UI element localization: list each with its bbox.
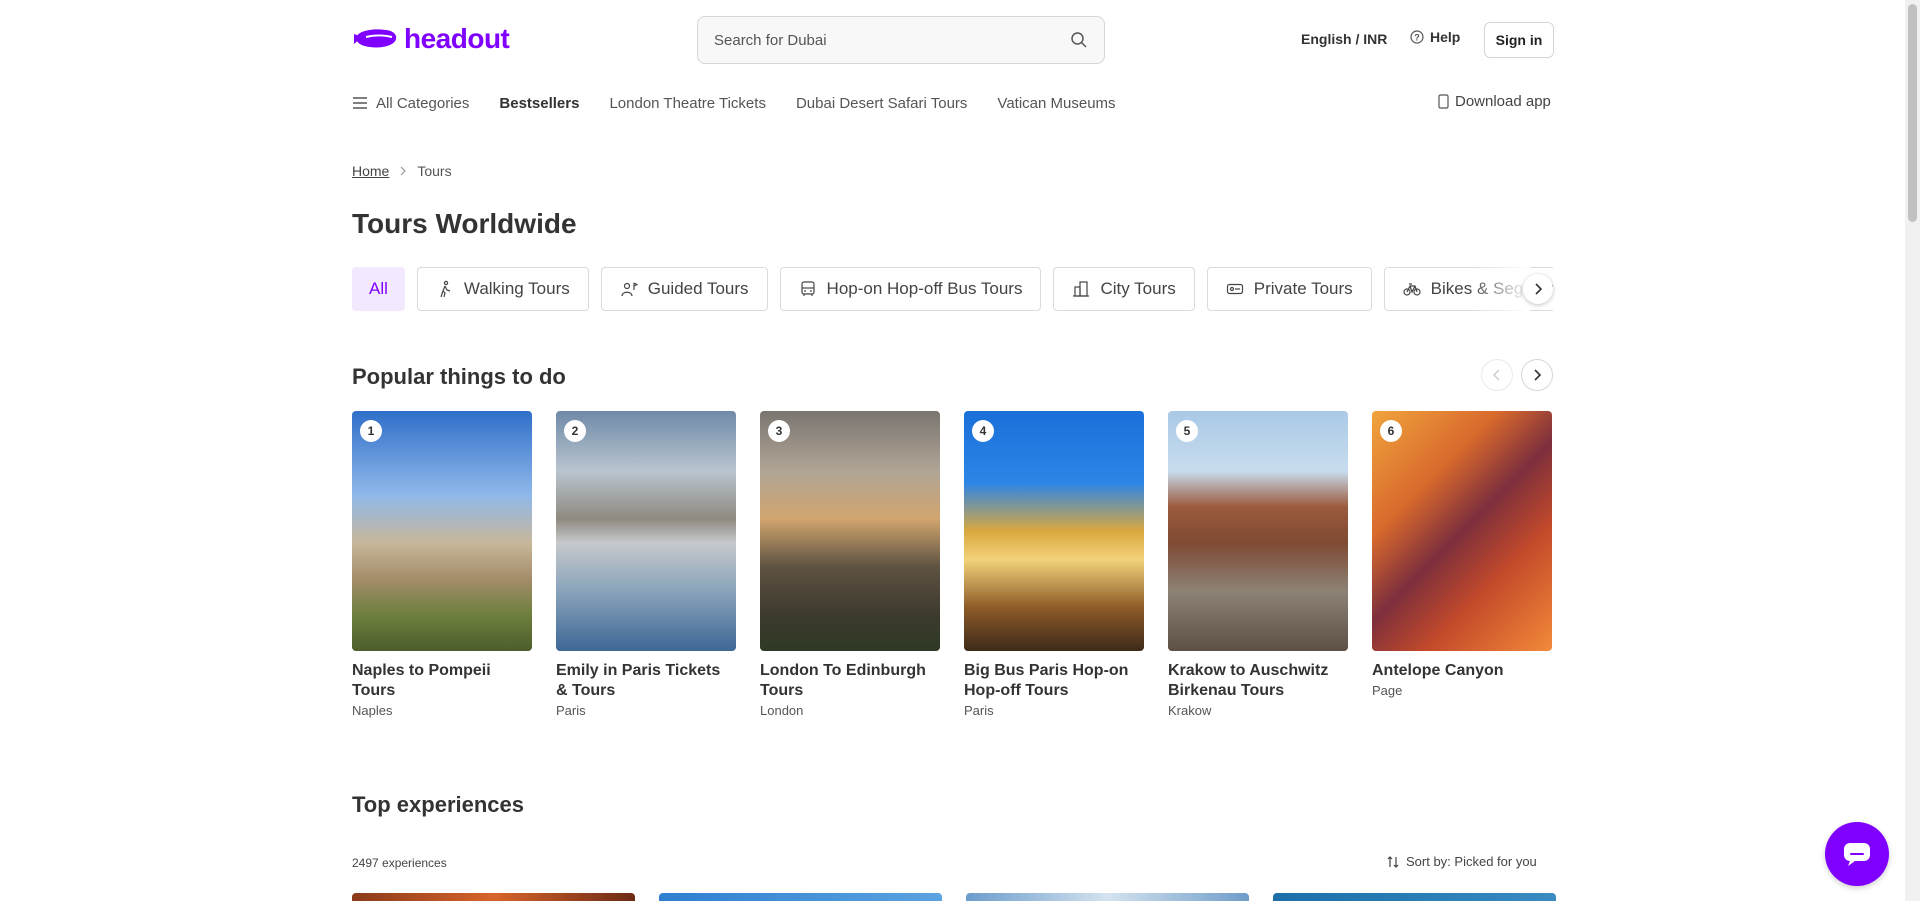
popular-card[interactable]: 3 London To Edinburgh Tours London	[760, 411, 940, 718]
top-experiences-title: Top experiences	[352, 792, 524, 817]
card-city: Page	[1372, 683, 1403, 698]
card-city: Paris	[556, 703, 586, 718]
popular-next-button[interactable]	[1521, 359, 1553, 391]
card-city: Krakow	[1168, 703, 1212, 718]
chip-hop-on-hop-off[interactable]: Hop-on Hop-off Bus Tours	[779, 267, 1042, 311]
chip-all[interactable]: All	[352, 267, 405, 311]
experience-card-image[interactable]	[1273, 893, 1556, 901]
chip-label: City Tours	[1100, 279, 1176, 298]
search-placeholder: Search for Dubai	[714, 31, 827, 49]
card-title[interactable]: Emily in Paris Tickets & Tours	[556, 661, 736, 701]
walking-icon	[440, 280, 451, 298]
phone-icon	[1438, 94, 1449, 109]
card-image[interactable]: 4	[964, 411, 1144, 651]
chip-label: Walking Tours	[463, 279, 570, 298]
card-title[interactable]: Krakow to Auschwitz Birkenau Tours	[1168, 661, 1348, 701]
blimp-logo-icon	[354, 29, 397, 48]
category-chips: All Walking Tours Guided Tours Hop-on Ho…	[352, 267, 1553, 311]
sort-dropdown[interactable]: Sort by: Picked for you	[1386, 854, 1537, 869]
chat-button[interactable]	[1825, 822, 1889, 886]
all-categories-label: All Categories	[376, 94, 470, 112]
experience-card-image[interactable]	[966, 893, 1249, 901]
card-city: Paris	[964, 703, 994, 718]
rank-badge: 2	[564, 420, 586, 442]
chip-walking-tours[interactable]: Walking Tours	[416, 267, 589, 311]
chip-label: Private Tours	[1253, 279, 1353, 298]
card-image[interactable]: 1	[352, 411, 532, 651]
card-image[interactable]: 2	[556, 411, 736, 651]
chips-next-button[interactable]	[1523, 274, 1553, 304]
headout-logo[interactable]: headout	[352, 22, 510, 56]
help-label: Help	[1430, 29, 1461, 45]
download-app-label: Download app	[1455, 93, 1551, 110]
search-input[interactable]: Search for Dubai	[697, 16, 1105, 64]
chip-city-tours[interactable]: City Tours	[1053, 267, 1195, 311]
popular-cards: 1 Naples to Pompeii Tours Naples 2 Emily…	[352, 411, 1552, 718]
sort-label: Sort by: Picked for you	[1406, 854, 1537, 869]
chevron-right-icon	[1534, 369, 1542, 381]
hamburger-icon	[353, 97, 367, 109]
nav-item-bestsellers[interactable]: Bestsellers	[499, 95, 579, 112]
chat-icon	[1844, 843, 1870, 866]
bus-icon	[800, 281, 815, 296]
sort-icon	[1387, 855, 1399, 868]
nav-item-london-theatre[interactable]: London Theatre Tickets	[609, 95, 766, 112]
bike-icon	[1403, 283, 1421, 296]
card-title[interactable]: Antelope Canyon	[1372, 661, 1552, 681]
all-categories-menu[interactable]: All Categories	[352, 95, 469, 112]
chip-guided-tours[interactable]: Guided Tours	[600, 267, 768, 311]
category-nav: All Categories Bestsellers London Theatr…	[352, 92, 1146, 114]
chevron-left-icon	[1493, 369, 1500, 381]
experience-count: 2497 experiences	[352, 856, 447, 870]
experience-cards	[352, 893, 1556, 901]
popular-section-title: Popular things to do	[352, 364, 566, 389]
chevron-right-icon	[400, 166, 407, 176]
logo-text: headout	[404, 23, 510, 54]
nav-item-vatican[interactable]: Vatican Museums	[997, 95, 1115, 112]
popular-prev-button[interactable]	[1481, 359, 1513, 391]
popular-card[interactable]: 1 Naples to Pompeii Tours Naples	[352, 411, 532, 718]
card-title[interactable]: Naples to Pompeii Tours	[352, 661, 532, 701]
svg-text:?: ?	[1414, 33, 1420, 43]
language-currency-selector[interactable]: English / INR	[1301, 31, 1387, 47]
city-icon	[1073, 281, 1090, 297]
chip-label: Guided Tours	[647, 279, 749, 298]
search-icon[interactable]	[1070, 31, 1088, 49]
rank-badge: 3	[768, 420, 790, 442]
experience-card-image[interactable]	[659, 893, 942, 901]
popular-card[interactable]: 5 Krakow to Auschwitz Birkenau Tours Kra…	[1168, 411, 1348, 718]
chip-private-tours[interactable]: Private Tours	[1206, 267, 1372, 311]
popular-card[interactable]: 6 Antelope Canyon Page	[1372, 411, 1552, 718]
experience-card-image[interactable]	[352, 893, 635, 901]
breadcrumb: Home Tours	[352, 163, 452, 179]
card-title[interactable]: Big Bus Paris Hop-on Hop-off Tours	[964, 661, 1144, 701]
help-link[interactable]: ? Help	[1410, 29, 1460, 45]
rank-badge: 1	[360, 420, 382, 442]
card-city: London	[760, 703, 804, 718]
popular-card[interactable]: 4 Big Bus Paris Hop-on Hop-off Tours Par…	[964, 411, 1144, 718]
breadcrumb-current: Tours	[417, 163, 452, 179]
card-image[interactable]: 6	[1372, 411, 1552, 651]
nav-item-dubai-safari[interactable]: Dubai Desert Safari Tours	[796, 95, 967, 112]
breadcrumb-home[interactable]: Home	[352, 163, 389, 179]
help-icon: ?	[1410, 30, 1424, 44]
popular-card[interactable]: 2 Emily in Paris Tickets & Tours Paris	[556, 411, 736, 718]
page-title: Tours Worldwide	[352, 208, 577, 239]
card-image[interactable]: 5	[1168, 411, 1348, 651]
download-app-link[interactable]: Download app	[1438, 93, 1551, 110]
card-image[interactable]: 3	[760, 411, 940, 651]
chip-label: Hop-on Hop-off Bus Tours	[826, 279, 1023, 298]
ticket-icon	[1226, 283, 1243, 295]
chevron-right-icon	[1535, 283, 1543, 295]
card-title[interactable]: London To Edinburgh Tours	[760, 661, 940, 701]
sign-in-button[interactable]: Sign in	[1484, 22, 1554, 58]
rank-badge: 5	[1176, 420, 1198, 442]
rank-badge: 6	[1380, 420, 1402, 442]
rank-badge: 4	[972, 420, 994, 442]
card-city: Naples	[352, 703, 393, 718]
guide-icon	[621, 282, 638, 297]
chips-fade	[1470, 267, 1530, 311]
scrollbar-thumb[interactable]	[1908, 4, 1917, 222]
chip-label: All	[369, 279, 388, 298]
